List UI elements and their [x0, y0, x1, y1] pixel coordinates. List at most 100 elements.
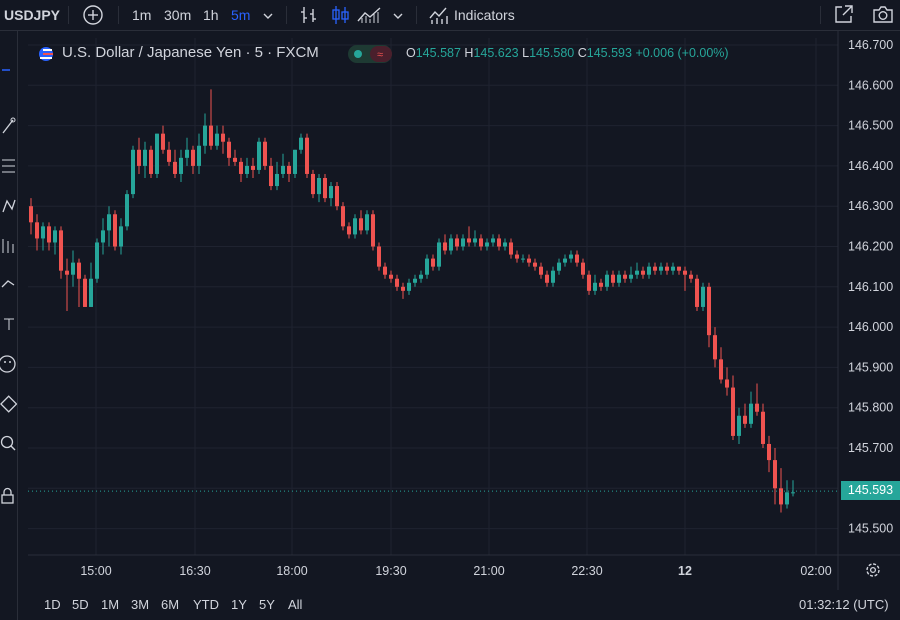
indicators-button[interactable]: Indicators [454, 0, 515, 30]
candle-body [215, 133, 219, 146]
candles-icon[interactable] [329, 4, 351, 31]
range-1y[interactable]: 1Y [231, 590, 247, 620]
y-tick-label: 145.900 [848, 360, 893, 374]
candle-body [65, 270, 69, 275]
pattern-icon[interactable] [0, 195, 17, 217]
range-1m[interactable]: 1M [101, 590, 119, 620]
y-tick-label: 146.000 [848, 320, 893, 334]
candle-body [257, 141, 261, 170]
x-tick-label: 12 [678, 564, 692, 578]
trend-line-icon[interactable] [0, 115, 17, 137]
candle-body [545, 274, 549, 283]
divider [68, 6, 69, 24]
us-flag-icon [38, 46, 54, 67]
range-3m[interactable]: 3M [131, 590, 149, 620]
range-5d[interactable]: 5D [72, 590, 89, 620]
candle-body [101, 230, 105, 243]
candle-body [161, 133, 165, 150]
range-6m[interactable]: 6M [161, 590, 179, 620]
candle-body [191, 149, 195, 166]
fullscreen-icon[interactable] [833, 3, 855, 30]
brush-icon[interactable] [0, 271, 17, 293]
candle-body [725, 379, 729, 388]
candle-body [719, 359, 723, 380]
candle-body [635, 270, 639, 275]
emoji-icon[interactable] [0, 353, 17, 375]
projection-icon[interactable] [0, 235, 17, 257]
status-badge[interactable]: ≈ [348, 45, 392, 63]
x-tick-label: 21:00 [473, 564, 504, 578]
symbol-search[interactable]: USDJPY [4, 0, 60, 30]
candle-body [377, 246, 381, 267]
candle-body [209, 125, 213, 146]
bar-chart-icon[interactable] [298, 4, 320, 31]
range-1d[interactable]: 1D [44, 590, 61, 620]
y-tick-label: 145.800 [848, 401, 893, 415]
x-tick-label: 15:00 [80, 564, 111, 578]
candle-body [665, 266, 669, 271]
interval-1h[interactable]: 1h [203, 0, 219, 30]
candle-body [641, 270, 645, 275]
range-ytd[interactable]: YTD [193, 590, 219, 620]
candle-body [239, 161, 243, 174]
candle-body [551, 270, 555, 283]
candle-body [395, 278, 399, 287]
candle-body [89, 278, 93, 307]
top-toolbar: USDJPY 1m 30m 1h 5m Indicators [0, 0, 900, 31]
chevron-down-icon[interactable] [392, 9, 404, 27]
candle-body [785, 492, 789, 505]
change-value: +0.006 (+0.00%) [635, 46, 729, 60]
range-all[interactable]: All [288, 590, 302, 620]
candle-body [281, 165, 285, 174]
candle-body [683, 270, 687, 275]
interval-1m[interactable]: 1m [132, 0, 151, 30]
cursor-icon[interactable] [0, 59, 17, 81]
text-icon[interactable] [0, 313, 17, 335]
candle-body [701, 286, 705, 307]
candles [28, 89, 838, 513]
chevron-down-icon[interactable] [262, 9, 274, 27]
add-symbol-icon[interactable] [82, 4, 104, 31]
price-chart[interactable]: 146.700 146.600 146.500 146.400 146.300 146.2… [0, 0, 900, 620]
candle-body [251, 165, 255, 170]
x-tick-label: 19:30 [375, 564, 406, 578]
gear-icon[interactable] [864, 561, 882, 584]
candle-body [437, 242, 441, 267]
candle-body [29, 206, 33, 223]
ruler-icon[interactable] [0, 393, 17, 415]
area-chart-icon[interactable] [356, 4, 382, 31]
fib-retracement-icon[interactable] [0, 155, 17, 177]
y-tick-label: 146.400 [848, 159, 893, 173]
indicators-icon[interactable] [428, 4, 450, 31]
candle-body [479, 238, 483, 247]
candle-body [755, 403, 759, 412]
candle-body [269, 165, 273, 187]
divider [118, 6, 119, 24]
utc-clock[interactable]: 01:32:12 (UTC) [799, 590, 889, 620]
candle-body [533, 262, 537, 267]
candle-body [383, 266, 387, 275]
interval-30m[interactable]: 30m [164, 0, 191, 30]
candle-body [773, 460, 777, 489]
zoom-icon[interactable] [0, 433, 17, 455]
lock-icon[interactable] [0, 485, 17, 507]
y-tick-label: 146.700 [848, 38, 893, 52]
candle-body [629, 274, 633, 279]
close-label: C [577, 46, 587, 60]
open-label: O [406, 46, 416, 60]
candle-body [143, 149, 147, 166]
candle-body [419, 274, 423, 279]
candle-body [77, 262, 81, 279]
y-tick-label: 145.700 [848, 441, 893, 455]
candle-body [767, 443, 771, 461]
range-5y[interactable]: 5Y [259, 590, 275, 620]
open-value: 145.587 [415, 46, 461, 60]
candle-body [761, 411, 765, 444]
ohlc-values: O145.587 H145.623 L145.580 C145.593 +0.0… [406, 46, 729, 60]
candle-body [743, 415, 747, 424]
candle-body [569, 254, 573, 259]
candle-body [617, 274, 621, 283]
candle-body [53, 230, 57, 243]
interval-5m[interactable]: 5m [231, 0, 250, 30]
camera-icon[interactable] [871, 3, 895, 30]
